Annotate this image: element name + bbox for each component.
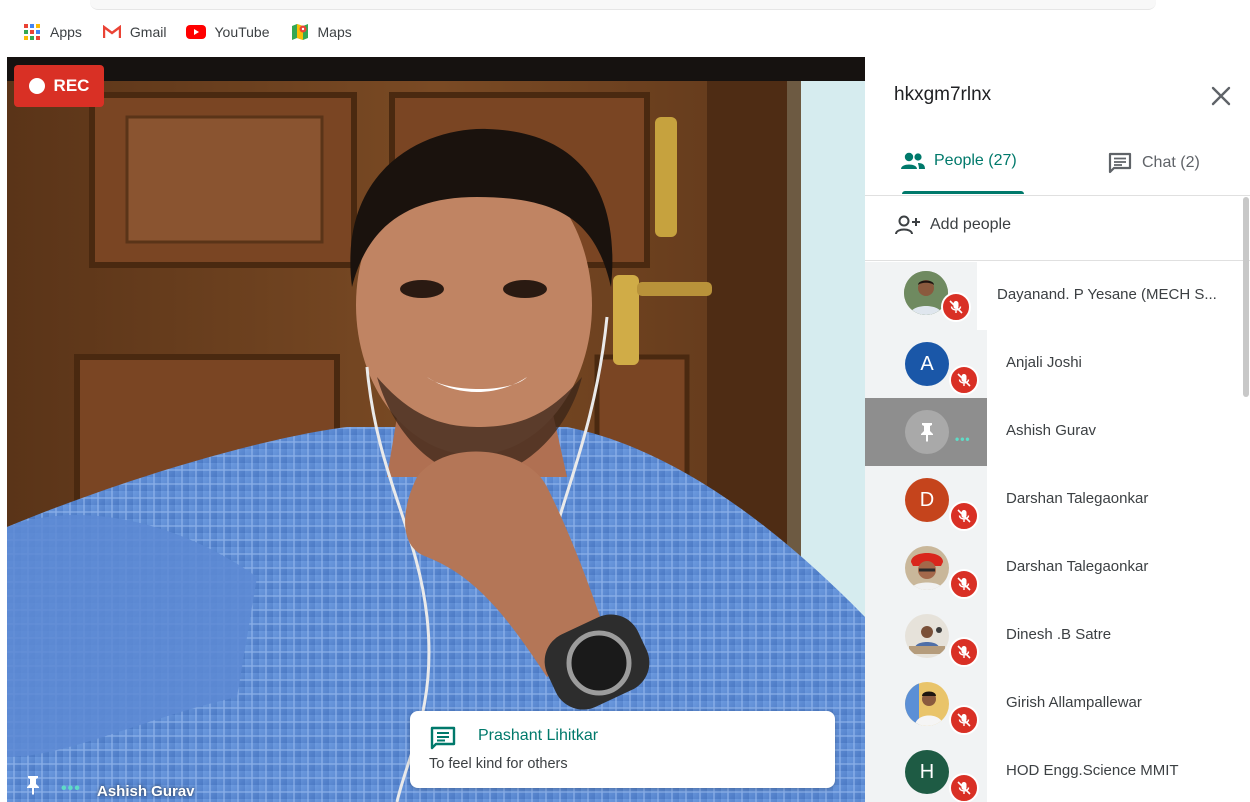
mic-off-icon xyxy=(949,637,979,667)
avatar: D xyxy=(905,478,949,522)
chat-message-icon xyxy=(430,726,456,755)
main-video-feed[interactable]: REC ••• Ashish Gurav xyxy=(7,57,865,802)
divider xyxy=(865,195,1250,196)
people-panel: hkxgm7rlnx People (27) Chat (2) Add peop… xyxy=(865,57,1250,802)
participant-name: HOD Engg.Science MMIT xyxy=(1006,762,1179,779)
participant-name: Ashish Gurav xyxy=(1006,422,1097,439)
gmail-icon xyxy=(102,22,122,42)
active-tab-indicator xyxy=(902,191,1024,194)
mic-off-icon xyxy=(949,569,979,599)
pin-icon[interactable] xyxy=(25,775,41,800)
people-icon xyxy=(900,152,926,170)
youtube-icon xyxy=(186,22,207,42)
close-icon[interactable] xyxy=(1208,83,1234,109)
avatar: A xyxy=(905,342,949,386)
add-person-icon xyxy=(894,215,922,235)
maps-icon xyxy=(290,22,310,42)
participant-row[interactable]: D Darshan Talegaonkar xyxy=(865,466,1241,534)
avatar-letter: H xyxy=(919,760,935,783)
bookmark-label: Apps xyxy=(50,24,82,40)
avatar xyxy=(905,546,949,590)
add-people-label: Add people xyxy=(930,216,1011,233)
participant-name: Dayanand. P Yesane (MECH S... xyxy=(997,286,1217,303)
tab-chat-label: Chat (2) xyxy=(1142,154,1200,171)
presenter-name: Ashish Gurav xyxy=(97,783,195,800)
chat-icon xyxy=(1108,152,1132,174)
add-people-button[interactable]: Add people xyxy=(894,215,1011,235)
address-bar-edge[interactable] xyxy=(90,0,1156,10)
participant-name: Dinesh .B Satre xyxy=(1006,626,1112,643)
scrollbar[interactable] xyxy=(1243,197,1249,397)
mic-off-icon xyxy=(949,705,979,735)
video-frame-image xyxy=(7,57,865,802)
tab-people-label: People (27) xyxy=(934,152,1017,169)
mic-off-icon xyxy=(949,501,979,531)
participant-row[interactable]: ••• Ashish Gurav xyxy=(865,398,1241,466)
avatar xyxy=(905,410,949,454)
participant-list: Dayanand. P Yesane (MECH S... A Anjali J… xyxy=(865,262,1241,802)
participant-row[interactable]: Darshan Talegaonkar xyxy=(865,534,1241,602)
participant-row[interactable]: Dinesh .B Satre xyxy=(865,602,1241,670)
rec-label: REC xyxy=(53,76,90,95)
bookmark-label: Gmail xyxy=(129,24,167,40)
avatar xyxy=(905,682,949,726)
apps-grid-icon xyxy=(22,22,42,42)
pin-icon xyxy=(921,423,933,442)
participant-name: Darshan Talegaonkar xyxy=(1006,490,1149,507)
participant-row[interactable]: Girish Allampallewar xyxy=(865,670,1241,738)
avatar-letter: A xyxy=(920,352,934,375)
participant-name: Darshan Talegaonkar xyxy=(1006,558,1149,575)
mic-off-icon xyxy=(941,292,971,322)
divider xyxy=(865,260,1250,261)
participant-row[interactable]: A Anjali Joshi xyxy=(865,330,1241,398)
mic-off-icon xyxy=(949,773,979,802)
participant-row[interactable]: H HOD Engg.Science MMIT xyxy=(865,738,1241,802)
participant-name: Anjali Joshi xyxy=(1006,354,1082,371)
tab-chat[interactable]: Chat (2) xyxy=(1108,152,1200,174)
tab-people[interactable]: People (27) xyxy=(900,152,1017,170)
more-options-icon[interactable]: ••• xyxy=(61,780,81,798)
bookmark-youtube[interactable]: YouTube xyxy=(186,22,270,42)
bookmark-label: YouTube xyxy=(214,24,270,40)
record-dot-icon xyxy=(28,78,45,94)
avatar: H xyxy=(905,750,949,794)
more-options-icon[interactable]: ••• xyxy=(955,432,971,446)
bookmark-label: Maps xyxy=(317,24,352,40)
bookmark-apps[interactable]: Apps xyxy=(22,22,82,42)
participant-row[interactable]: Dayanand. P Yesane (MECH S... xyxy=(865,262,1241,330)
mic-off-icon xyxy=(949,365,979,395)
avatar xyxy=(905,614,949,658)
participant-name: Girish Allampallewar xyxy=(1006,694,1142,711)
bookmark-maps[interactable]: Maps xyxy=(290,22,352,42)
meeting-code: hkxgm7rlnx xyxy=(894,84,992,105)
notification-sender: Prashant Lihitkar xyxy=(478,727,599,744)
bookmarks-bar: Apps Gmail YouTube Maps xyxy=(0,0,1250,57)
recording-badge: REC xyxy=(14,65,104,107)
bookmark-gmail[interactable]: Gmail xyxy=(102,22,167,42)
chat-notification[interactable]: Prashant Lihitkar To feel kind for other… xyxy=(410,711,835,788)
avatar-letter: D xyxy=(919,488,935,511)
notification-message: To feel kind for others xyxy=(429,756,568,772)
